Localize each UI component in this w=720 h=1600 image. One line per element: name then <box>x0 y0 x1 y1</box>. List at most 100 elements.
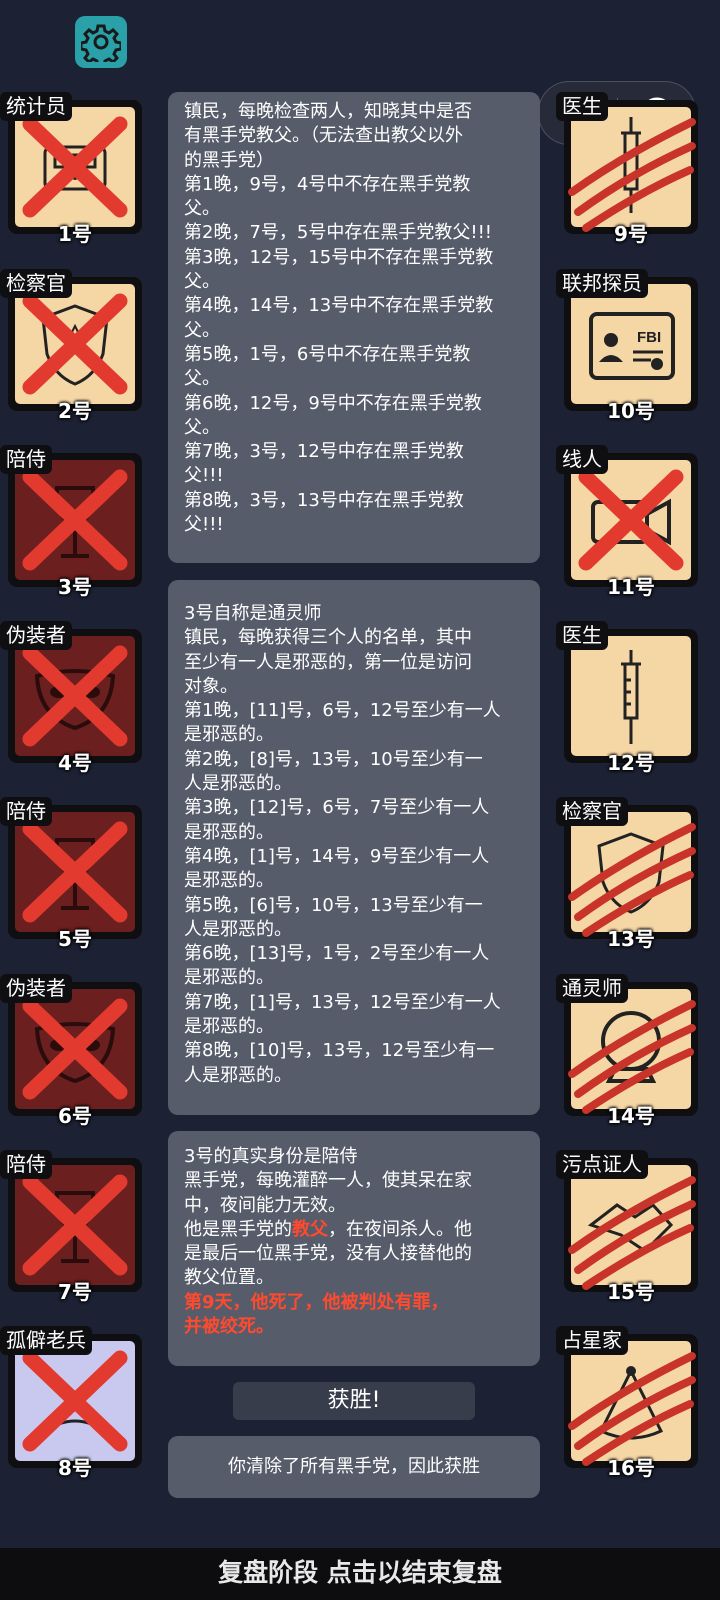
svg-text:FBI: FBI <box>637 329 661 346</box>
log-line: 3号自称是通灵师 <box>184 603 322 624</box>
player-number: 10号 <box>607 399 655 423</box>
log-line: 父。 <box>184 198 220 220</box>
role-label: 检察官 <box>0 269 72 298</box>
role-label: 医生 <box>556 92 608 121</box>
log-line: 人是邪恶的。 <box>184 1064 292 1086</box>
player-card-7[interactable]: 陪侍 7号 <box>0 1150 142 1304</box>
player-card-5[interactable]: 陪侍 5号 <box>0 797 142 951</box>
role-label: 陪侍 <box>0 445 52 474</box>
log-line: 是最后一位黑手党，没有人接替他的 <box>184 1243 472 1265</box>
log-line: 第8晚，3号，13号中存在黑手党教 <box>184 489 464 511</box>
player-number: 9号 <box>614 222 648 246</box>
player-number: 5号 <box>58 927 92 951</box>
log-line: 镇民，每晚获得三个人的名单，其中 <box>184 627 472 649</box>
player-number: 7号 <box>58 1280 92 1304</box>
card-art <box>571 636 691 756</box>
player-number: 16号 <box>607 1456 655 1480</box>
log-line: 是邪恶的。 <box>184 821 274 843</box>
victory-label: 获胜! <box>233 1382 475 1420</box>
log-line: 对象。 <box>184 675 238 697</box>
log-line: 的黑手党） <box>184 149 274 171</box>
player-card-10[interactable]: FBI 联邦探员 10号 <box>556 269 698 423</box>
log-line: 父!!! <box>184 465 224 487</box>
player-number: 11号 <box>607 575 655 599</box>
log-line: 父!!! <box>184 514 224 536</box>
player-number: 6号 <box>58 1104 92 1128</box>
role-label: 伪装者 <box>0 974 72 1003</box>
log-line: 父。 <box>184 271 220 293</box>
player-number: 2号 <box>58 399 92 423</box>
log-line: 第4晚，[1]号，14号，9号至少有一人 <box>184 845 490 867</box>
log-line: 至少有一人是邪恶的，第一位是访问 <box>184 651 472 673</box>
log-line: 中，夜间能力无效。 <box>184 1194 346 1216</box>
log-line: 第6晚，12号，9号中不存在黑手党教 <box>184 392 482 414</box>
role-label: 污点证人 <box>556 1150 648 1179</box>
player-card-4[interactable]: 伪装者 4号 <box>0 621 142 775</box>
log-line: 3号的真实身份是陪侍 <box>184 1146 358 1167</box>
log-line: 人是邪恶的。 <box>184 918 292 940</box>
log-panel-medium-claim: 3号自称是通灵师 镇民，每晚获得三个人的名单，其中 至少有一人是邪恶的，第一位是… <box>168 580 540 1115</box>
log-line: 父。 <box>184 368 220 390</box>
role-label: 孤僻老兵 <box>0 1326 92 1355</box>
player-number: 3号 <box>58 575 92 599</box>
player-number: 4号 <box>58 751 92 775</box>
log-line: 第5晚，[6]号，10号，13号至少有一 <box>184 894 483 916</box>
log-line: 第6晚，[13]号，1号，2号至少有一人 <box>184 943 490 965</box>
fbi-id-card-icon: FBI <box>589 312 675 380</box>
log-line: 第2晚，[8]号，13号，10号至少有一 <box>184 748 483 770</box>
death-notice: 并被绞死。 <box>184 1316 274 1338</box>
log-line: 黑手党，每晚灌醉一人，使其呆在家 <box>184 1170 472 1192</box>
player-card-11[interactable]: 线人 11号 <box>556 445 698 599</box>
card-art: FBI <box>571 284 691 404</box>
log-line: 第3晚，[12]号，6号，7号至少有一人 <box>184 797 490 819</box>
log-panel-true-identity: 3号的真实身份是陪侍 黑手党，每晚灌醉一人，使其呆在家 中，夜间能力无效。 他是… <box>168 1131 540 1366</box>
end-review-button[interactable]: 复盘阶段 点击以结束复盘 <box>0 1548 720 1600</box>
log-line: 教父位置。 <box>184 1267 274 1289</box>
log-line: 是邪恶的。 <box>184 1016 274 1038</box>
log-line: 第4晚，14号，13号中不存在黑手党教 <box>184 295 494 317</box>
player-card-3[interactable]: 陪侍 3号 <box>0 445 142 599</box>
role-label: 检察官 <box>556 797 628 826</box>
role-label: 陪侍 <box>0 797 52 826</box>
log-line: 是邪恶的。 <box>184 967 274 989</box>
log-line: 第7晚，[1]号，13号，12号至少有一人 <box>184 991 501 1013</box>
victory-message: 你清除了所有黑手党，因此获胜 <box>168 1436 540 1498</box>
godfather-highlight: 教父 <box>292 1218 328 1240</box>
log-line: 父。 <box>184 416 220 438</box>
role-label: 联邦探员 <box>556 269 648 298</box>
role-label: 医生 <box>556 621 608 650</box>
log-line: 第2晚，7号，5号中存在黑手党教父!!! <box>184 222 493 244</box>
log-line: 是邪恶的。 <box>184 724 274 746</box>
player-number: 14号 <box>607 1104 655 1128</box>
player-card-2[interactable]: 检察官 2号 <box>0 269 142 423</box>
player-card-15[interactable]: 污点证人 15号 <box>556 1150 698 1304</box>
log-line: 他是黑手党的教父，在夜间杀人。他 <box>184 1218 528 1242</box>
log-line: 第1晚，[11]号，6号，12号至少有一人 <box>184 700 501 722</box>
log-text: 他是黑手党的 <box>184 1218 292 1240</box>
player-number: 1号 <box>58 222 92 246</box>
role-label: 线人 <box>556 445 608 474</box>
player-card-13[interactable]: 检察官 13号 <box>556 797 698 951</box>
gear-icon <box>81 24 121 62</box>
log-line: 第5晚，1号，6号中不存在黑手党教 <box>184 343 471 365</box>
log-line: 镇民，每晚检查两人，知晓其中是否 <box>184 101 472 122</box>
log-text: ，在夜间杀人。他 <box>328 1218 472 1240</box>
player-card-14[interactable]: 通灵师 14号 <box>556 974 698 1128</box>
player-card-9[interactable]: 医生 9号 <box>556 92 698 246</box>
player-number: 13号 <box>607 927 655 951</box>
player-number: 12号 <box>607 751 655 775</box>
log-panel-investigator: 镇民，每晚检查两人，知晓其中是否 有黑手党教父。（无法查出教父以外 的黑手党） … <box>168 92 540 563</box>
log-line: 第7晚，3号，12号中存在黑手党教 <box>184 441 464 463</box>
role-label: 伪装者 <box>0 621 72 650</box>
player-card-6[interactable]: 伪装者 6号 <box>0 974 142 1128</box>
role-label: 通灵师 <box>556 974 628 1003</box>
log-line: 人是邪恶的。 <box>184 773 292 795</box>
player-card-16[interactable]: 占星家 16号 <box>556 1326 698 1480</box>
player-card-12[interactable]: 医生 12号 <box>556 621 698 775</box>
log-line: 第1晚，9号，4号中不存在黑手党教 <box>184 173 471 195</box>
player-card-8[interactable]: 孤僻老兵 8号 <box>0 1326 142 1480</box>
syringe-icon <box>621 650 641 744</box>
player-card-1[interactable]: 统计员 1号 <box>0 92 142 246</box>
settings-button[interactable] <box>75 16 127 68</box>
player-number: 15号 <box>607 1280 655 1304</box>
